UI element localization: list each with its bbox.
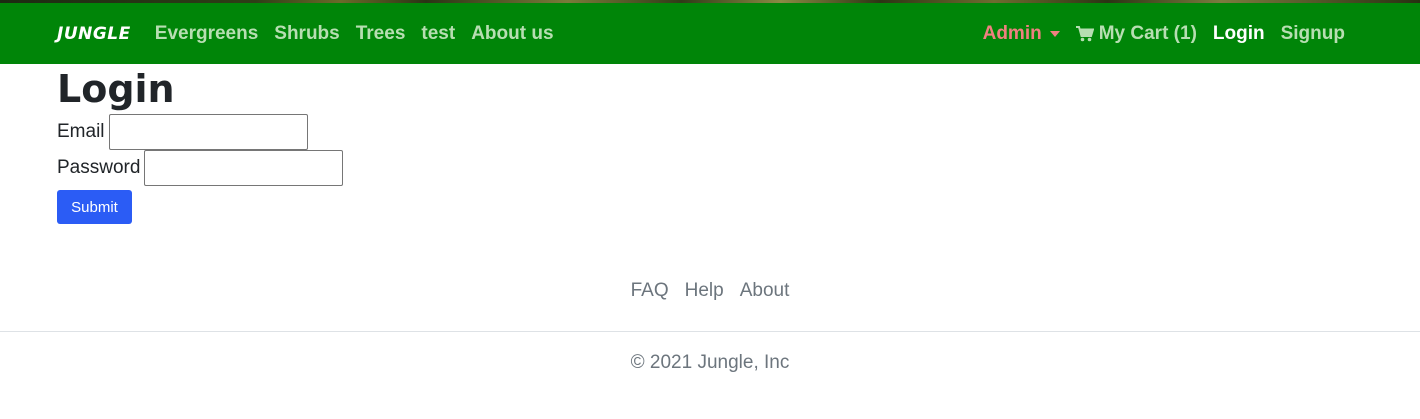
footer-divider (0, 331, 1420, 332)
nav-link-evergreens[interactable]: Evergreens (155, 23, 259, 45)
caret-down-icon (1049, 30, 1060, 37)
footer-link-help[interactable]: Help (685, 280, 724, 302)
shopping-cart-icon (1075, 25, 1094, 41)
copyright-text: © 2021 Jungle, Inc (630, 352, 790, 373)
email-field[interactable] (108, 114, 308, 150)
nav-link-test[interactable]: test (421, 23, 455, 45)
brand-logo[interactable]: JUNGLE (57, 24, 131, 44)
cart-link[interactable]: My Cart (1) (1075, 22, 1197, 45)
nav-link-shrubs[interactable]: Shrubs (274, 23, 339, 45)
submit-button[interactable]: Submit (57, 190, 132, 224)
email-label: Email (57, 121, 105, 142)
admin-label: Admin (982, 22, 1042, 44)
footer-link-about[interactable]: About (740, 280, 790, 302)
password-row: Password (57, 150, 344, 186)
password-field[interactable] (144, 150, 344, 186)
navbar-right: Admin My Cart (1) Login Signup (967, 3, 1345, 64)
admin-dropdown[interactable]: Admin (983, 23, 1060, 45)
footer-nav: FAQ Help About (0, 280, 1420, 302)
page-title: Login (57, 67, 175, 111)
top-navbar: JUNGLE Evergreens Shrubs Trees test Abou… (0, 3, 1420, 64)
login-form: Login Email Password Submit (57, 64, 344, 224)
nav-link-about-us[interactable]: About us (471, 23, 553, 45)
password-label: Password (57, 157, 141, 178)
footer-link-faq[interactable]: FAQ (631, 280, 669, 302)
nav-link-signup[interactable]: Signup (1281, 23, 1345, 45)
nav-link-login[interactable]: Login (1213, 23, 1265, 45)
email-row: Email (57, 114, 343, 150)
cart-label: My Cart (1) (1098, 22, 1197, 44)
nav-link-trees[interactable]: Trees (356, 23, 406, 45)
